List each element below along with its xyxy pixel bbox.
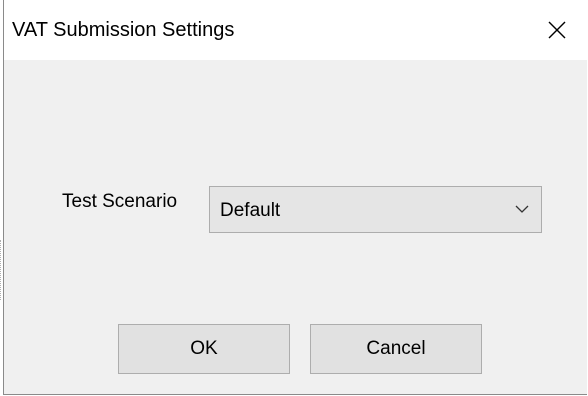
chevron-down-icon (515, 205, 529, 213)
ok-button[interactable]: OK (118, 324, 290, 374)
close-button[interactable] (527, 0, 587, 60)
test-scenario-dropdown[interactable]: Default (209, 186, 542, 233)
vat-submission-settings-dialog: VAT Submission Settings Test Scenario De… (3, 0, 587, 395)
close-icon (548, 21, 566, 39)
dialog-title: VAT Submission Settings (12, 19, 235, 41)
test-scenario-label: Test Scenario (62, 191, 178, 212)
test-scenario-selected-value: Default (220, 200, 281, 221)
title-bar[interactable]: VAT Submission Settings (4, 0, 587, 60)
cancel-button[interactable]: Cancel (310, 324, 482, 374)
